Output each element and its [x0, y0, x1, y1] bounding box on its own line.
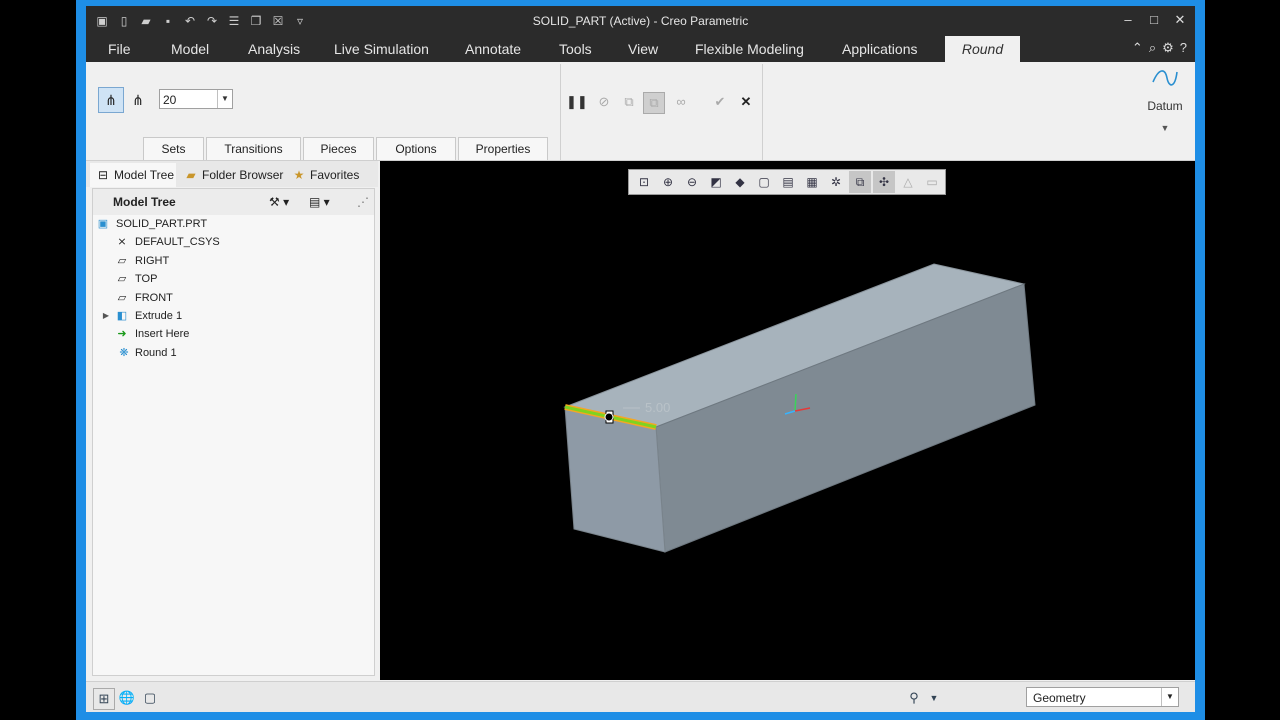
tab-file[interactable]: File	[96, 36, 143, 62]
round-dashboard: ⋔ ⋔ 20 ▼ Sets Transitions Pieces Options…	[86, 62, 1195, 161]
close-icon[interactable]: ✕	[1173, 10, 1187, 30]
tab-folder-browser[interactable]: ▰ Folder Browser	[178, 163, 296, 187]
radius-input[interactable]: 20 ▼	[159, 89, 233, 109]
cancel-x-icon[interactable]: ✕	[736, 92, 756, 112]
tab-favorites[interactable]: ★ Favorites	[286, 163, 388, 187]
radius-value: 20	[163, 93, 177, 107]
chevron-down-icon[interactable]: ▼	[1161, 688, 1178, 706]
favorites-star-icon: ★	[293, 168, 305, 182]
title-bar: ▣ ▯ ▰ ▪ ↶ ↷ ☰ ❐ ☒ ▿ SOLID_PART (Active) …	[86, 6, 1195, 36]
search-icon[interactable]: ⌕	[1149, 40, 1156, 56]
part-icon: ▣	[97, 218, 109, 230]
find-dropdown-icon[interactable]: ▼	[924, 688, 944, 708]
subtab-options[interactable]: Options	[376, 137, 456, 160]
graphics-window[interactable]: ⊡ ⊕ ⊖ ◩ ◆ ▢ ▤ ▦ ✲ ⧉ ✣ △ ▭ 5.00	[380, 161, 1195, 680]
window-controls: – □ ✕	[1121, 10, 1187, 30]
minimize-icon[interactable]: –	[1121, 10, 1135, 30]
tab-tools[interactable]: Tools	[547, 36, 604, 62]
tree-filter-icon[interactable]: ⋰	[357, 189, 369, 215]
round-icon: ❋	[119, 346, 129, 359]
tree-item[interactable]: ❋ Round 1	[93, 344, 374, 362]
window-title: SOLID_PART (Active) - Creo Parametric	[532, 14, 749, 28]
model-tree-header: Model Tree ⚒ ▾ ▤ ▾ ⋰	[93, 189, 374, 215]
tab-round[interactable]: Round	[945, 36, 1020, 62]
attached-preview-icon[interactable]: ⧉	[619, 92, 639, 112]
datum-plane-icon: ▱	[117, 291, 127, 304]
find-icon[interactable]: ⚲	[904, 688, 924, 708]
tree-item[interactable]: ▱ RIGHT	[93, 252, 374, 270]
dashboard-subtabs: Sets Transitions Pieces Options Properti…	[143, 137, 550, 160]
datum-label: Datum	[1147, 99, 1183, 113]
csys-y-axis	[794, 393, 797, 412]
divider	[762, 64, 763, 160]
subtab-pieces[interactable]: Pieces	[303, 137, 374, 160]
divider	[560, 64, 561, 160]
tab-analysis[interactable]: Analysis	[236, 36, 312, 62]
maximize-icon[interactable]: □	[1147, 10, 1161, 30]
no-preview-icon[interactable]: ⊘	[594, 92, 614, 112]
navigator-toggle-icon[interactable]: ⊞	[93, 688, 115, 710]
verify-icon[interactable]: ∞	[671, 92, 691, 112]
tab-model[interactable]: Model	[159, 36, 221, 62]
tree-display-icon[interactable]: ▤ ▾	[309, 189, 330, 215]
settings-icon[interactable]: ⚙	[1162, 40, 1174, 56]
tree-item[interactable]: ➜ Insert Here	[93, 325, 374, 343]
drag-handle-dot[interactable]	[604, 412, 614, 422]
ok-check-icon[interactable]: ✔	[710, 92, 730, 112]
creo-window: ▣ ▯ ▰ ▪ ↶ ↷ ☰ ❐ ☒ ▿ SOLID_PART (Active) …	[86, 6, 1195, 712]
tree-item[interactable]: ▱ FRONT	[93, 289, 374, 307]
tab-annotate[interactable]: Annotate	[453, 36, 533, 62]
datum-plane-icon: ▱	[117, 273, 127, 286]
detached-preview-icon[interactable]: ⧉	[643, 92, 665, 114]
navigator-tabs: ⊟ Model Tree ▰ Folder Browser ★ Favorite…	[86, 161, 378, 187]
expand-arrow-icon[interactable]: ▶	[99, 309, 113, 323]
tab-view[interactable]: View	[616, 36, 670, 62]
model-view	[563, 263, 1036, 553]
status-bar: ⊞ 🌐 ▢ ⚲ ▼ Geometry ▼	[86, 681, 1195, 712]
surface-round-icon[interactable]: ⋔	[125, 87, 151, 113]
model-tree-icon: ⊟	[97, 168, 109, 182]
ribbon-tabs: File Model Analysis Live Simulation Anno…	[86, 36, 1195, 62]
pause-icon[interactable]: ❚❚	[566, 92, 588, 112]
chevron-down-icon[interactable]: ▼	[217, 90, 232, 108]
tree-item[interactable]: ▱ TOP	[93, 270, 374, 288]
tree-item[interactable]: ▣ SOLID_PART.PRT	[93, 215, 374, 233]
selection-filter[interactable]: Geometry ▼	[1026, 687, 1179, 707]
solid-round-icon[interactable]: ⋔	[98, 87, 124, 113]
datum-group[interactable]: Datum ▼	[1143, 66, 1187, 133]
folder-icon: ▰	[186, 168, 196, 182]
datum-plane-icon: ▱	[117, 254, 127, 267]
subtab-sets[interactable]: Sets	[143, 137, 204, 160]
help-icon[interactable]: ?	[1180, 40, 1187, 56]
model-tree-title: Model Tree	[113, 195, 176, 209]
tab-live-simulation[interactable]: Live Simulation	[322, 36, 441, 62]
browser-toggle-icon[interactable]: 🌐	[117, 688, 137, 708]
subtab-properties[interactable]: Properties	[458, 137, 548, 160]
tree-settings-icon[interactable]: ⚒ ▾	[269, 189, 289, 215]
tree-item[interactable]: ▶ ◧ Extrude 1	[93, 307, 374, 325]
tab-model-tree[interactable]: ⊟ Model Tree	[90, 163, 176, 187]
ribbon-right-tools: ⌃ ⌕ ⚙ ?	[1132, 40, 1187, 56]
tree-item[interactable]: ⨯ DEFAULT_CSYS	[93, 233, 374, 251]
tab-flexible-modeling[interactable]: Flexible Modeling	[683, 36, 816, 62]
extrude-icon: ◧	[116, 309, 128, 322]
datum-curve-icon	[1152, 70, 1178, 86]
full-screen-icon[interactable]: ▢	[140, 688, 160, 708]
collapse-ribbon-icon[interactable]: ⌃	[1132, 40, 1143, 56]
csys-icon: ⨯	[117, 236, 127, 249]
tab-applications[interactable]: Applications	[830, 36, 930, 62]
subtab-transitions[interactable]: Transitions	[206, 137, 301, 160]
model-tree-panel: Model Tree ⚒ ▾ ▤ ▾ ⋰ ▣ SOLID_PART.PRT ⨯ …	[92, 188, 375, 676]
model-tree: ▣ SOLID_PART.PRT ⨯ DEFAULT_CSYS ▱ RIGHT …	[93, 215, 374, 362]
datum-dropdown-icon[interactable]: ▼	[1143, 123, 1187, 133]
insert-arrow-icon: ➜	[117, 328, 127, 341]
dimension-label[interactable]: 5.00	[645, 400, 670, 415]
